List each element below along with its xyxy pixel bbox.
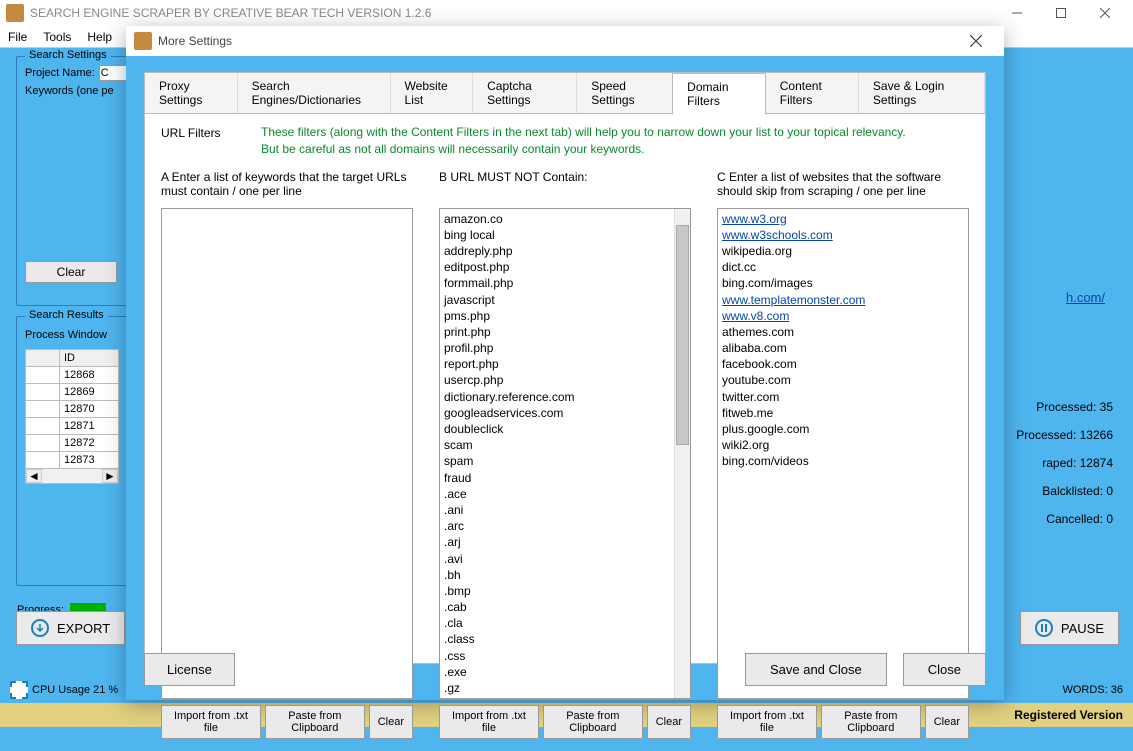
- list-item[interactable]: alibaba.com: [722, 340, 964, 356]
- stat-processed-2: Processed: 13266: [1016, 428, 1113, 442]
- cpu-icon: [10, 681, 28, 699]
- process-window-label: Process Window: [25, 329, 119, 341]
- list-item[interactable]: twitter.com: [722, 389, 964, 405]
- list-item[interactable]: www.v8.com: [722, 308, 964, 324]
- tab-speed[interactable]: Speed Settings: [577, 73, 673, 113]
- app-icon: [6, 4, 24, 22]
- stat-blacklisted: Balcklisted: 0: [1016, 484, 1113, 498]
- clear-button[interactable]: Clear: [25, 261, 117, 283]
- menu-help[interactable]: Help: [87, 30, 112, 44]
- col-b-list[interactable]: amazon.co bing local addreply.php editpo…: [439, 208, 691, 700]
- col-c-clear-button[interactable]: Clear: [925, 705, 969, 739]
- tab-proxy[interactable]: Proxy Settings: [145, 73, 238, 113]
- tab-domain[interactable]: Domain Filters: [672, 73, 766, 115]
- table-row[interactable]: 12870: [26, 401, 119, 418]
- tab-content[interactable]: Content Filters: [766, 73, 859, 113]
- list-item[interactable]: www.templatemonster.com: [722, 292, 964, 308]
- col-c-import-button[interactable]: Import from .txt file: [717, 705, 817, 739]
- table-row[interactable]: 12869: [26, 384, 119, 401]
- list-item[interactable]: dict.cc: [722, 259, 964, 275]
- export-button[interactable]: EXPORT: [16, 611, 125, 645]
- list-item[interactable]: bing.com/images: [722, 275, 964, 291]
- search-settings-group: Search Settings Project Name: Keywords (…: [16, 56, 128, 306]
- col-c-list[interactable]: www.w3.orgwww.w3schools.comwikipedia.org…: [717, 208, 969, 700]
- list-item[interactable]: www.w3schools.com: [722, 227, 964, 243]
- pause-icon: [1035, 619, 1053, 637]
- list-item[interactable]: athemes.com: [722, 324, 964, 340]
- keywords-count: WORDS: 36: [1062, 684, 1123, 696]
- list-item[interactable]: fitweb.me: [722, 405, 964, 421]
- col-b-paste-button[interactable]: Paste from Clipboard: [543, 705, 643, 739]
- save-close-button[interactable]: Save and Close: [745, 653, 887, 686]
- close-dialog-button[interactable]: Close: [903, 653, 986, 686]
- search-settings-title: Search Settings: [25, 49, 111, 61]
- tabs: Proxy Settings Search Engines/Dictionari…: [145, 73, 985, 114]
- id-header[interactable]: ID: [60, 350, 119, 367]
- cpu-usage: CPU Usage 21 %: [32, 684, 118, 696]
- tab-save[interactable]: Save & Login Settings: [859, 73, 985, 113]
- url-filters-label: URL Filters: [161, 124, 261, 140]
- right-link[interactable]: h.com/: [1066, 290, 1105, 305]
- license-button[interactable]: License: [144, 653, 235, 686]
- col-b-clear-button[interactable]: Clear: [647, 705, 691, 739]
- dialog-title: More Settings: [158, 34, 956, 48]
- tab-captcha[interactable]: Captcha Settings: [473, 73, 577, 113]
- export-icon: [31, 619, 49, 637]
- close-button[interactable]: [1083, 0, 1127, 26]
- window-title: SEARCH ENGINE SCRAPER BY CREATIVE BEAR T…: [30, 6, 995, 20]
- dialog-app-icon: [134, 32, 152, 50]
- results-table[interactable]: ID 128681286912870128711287212873: [25, 349, 119, 469]
- col-a-import-button[interactable]: Import from .txt file: [161, 705, 261, 739]
- menu-tools[interactable]: Tools: [43, 30, 71, 44]
- stat-processed-1: Processed: 35: [1016, 400, 1113, 414]
- stat-scraped: raped: 12874: [1016, 456, 1113, 470]
- table-row[interactable]: 12873: [26, 452, 119, 469]
- list-item[interactable]: youtube.com: [722, 372, 964, 388]
- list-item[interactable]: plus.google.com: [722, 421, 964, 437]
- search-results-title: Search Results: [25, 309, 108, 321]
- col-c-paste-button[interactable]: Paste from Clipboard: [821, 705, 921, 739]
- col-b-scrollbar[interactable]: [674, 209, 690, 699]
- col-a-clear-button[interactable]: Clear: [369, 705, 413, 739]
- col-a-paste-button[interactable]: Paste from Clipboard: [265, 705, 365, 739]
- project-name-label: Project Name:: [25, 67, 95, 79]
- maximize-button[interactable]: [1039, 0, 1083, 26]
- tab-website[interactable]: Website List: [391, 73, 474, 113]
- col-c-head: C Enter a list of websites that the soft…: [717, 170, 969, 204]
- minimize-button[interactable]: [995, 0, 1039, 26]
- pause-button[interactable]: PAUSE: [1020, 611, 1119, 645]
- col-b-head: B URL MUST NOT Contain:: [439, 170, 691, 204]
- menu-file[interactable]: File: [8, 30, 27, 44]
- list-item[interactable]: facebook.com: [722, 356, 964, 372]
- main-titlebar: SEARCH ENGINE SCRAPER BY CREATIVE BEAR T…: [0, 0, 1133, 26]
- dialog-close-button[interactable]: [956, 35, 996, 47]
- table-row[interactable]: 12871: [26, 418, 119, 435]
- registered-label: Registered Version: [1014, 708, 1123, 722]
- list-item[interactable]: wiki2.org: [722, 437, 964, 453]
- right-stats: Processed: 35 Processed: 13266 raped: 12…: [1016, 400, 1113, 540]
- col-b-import-button[interactable]: Import from .txt file: [439, 705, 539, 739]
- table-hscroll[interactable]: ◄►: [25, 468, 119, 484]
- more-settings-dialog: More Settings Proxy Settings Search Engi…: [126, 26, 1004, 700]
- desc-line-1: These filters (along with the Content Fi…: [261, 124, 906, 141]
- search-results-group: Search Results Process Window ID 1286812…: [16, 316, 128, 586]
- table-row[interactable]: 12868: [26, 367, 119, 384]
- tab-engines[interactable]: Search Engines/Dictionaries: [238, 73, 391, 113]
- list-item[interactable]: bing.com/videos: [722, 453, 964, 469]
- dialog-titlebar: More Settings: [126, 26, 1004, 56]
- stat-cancelled: Cancelled: 0: [1016, 512, 1113, 526]
- desc-line-2: But be careful as not all domains will n…: [261, 141, 906, 158]
- table-row[interactable]: 12872: [26, 435, 119, 452]
- keywords-label: Keywords (one pe: [25, 85, 114, 97]
- col-a-list[interactable]: [161, 208, 413, 700]
- list-item[interactable]: www.w3.org: [722, 211, 964, 227]
- list-item[interactable]: wikipedia.org: [722, 243, 964, 259]
- col-a-head: A Enter a list of keywords that the targ…: [161, 170, 413, 204]
